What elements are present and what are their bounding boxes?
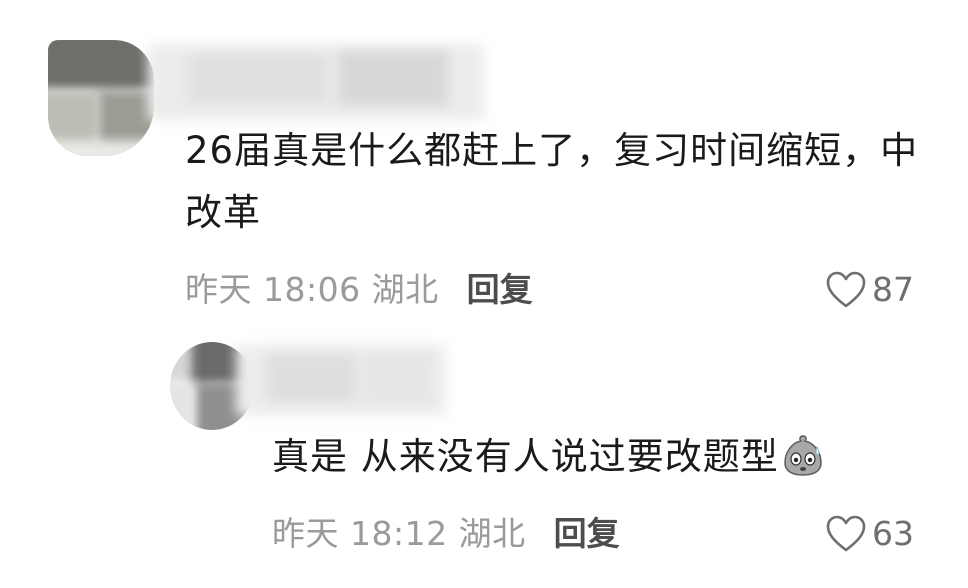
- heart-outline-icon: [826, 515, 866, 552]
- heart-outline-icon: [826, 271, 866, 308]
- timestamp-location: 昨天 18:12 湖北: [272, 514, 526, 553]
- like-button[interactable]: 63: [826, 514, 914, 554]
- comment-meta: 昨天 18:12 湖北 回复: [272, 514, 620, 554]
- comment-text-continued: 改革: [185, 191, 261, 234]
- reply-text-line: 真是 从来没有人说过要改题型: [272, 434, 825, 481]
- username-blurred[interactable]: [148, 44, 484, 120]
- like-count: 63: [872, 514, 914, 553]
- sweating-ghost-emoji-icon: [784, 434, 822, 476]
- reply-button[interactable]: 回复: [554, 514, 620, 554]
- username-blurred[interactable]: [236, 344, 446, 416]
- avatar[interactable]: [48, 40, 154, 156]
- like-count: 87: [872, 270, 914, 309]
- reply-text: 真是 从来没有人说过要改题型: [272, 435, 779, 478]
- comment-meta: 昨天 18:06 湖北 回复: [185, 270, 533, 310]
- reply-button[interactable]: 回复: [467, 270, 533, 310]
- like-button[interactable]: 87: [826, 270, 914, 310]
- comment-text: 26届真是什么都赶上了，复习时间缩短，中: [185, 129, 919, 172]
- timestamp-location: 昨天 18:06 湖北: [185, 270, 439, 309]
